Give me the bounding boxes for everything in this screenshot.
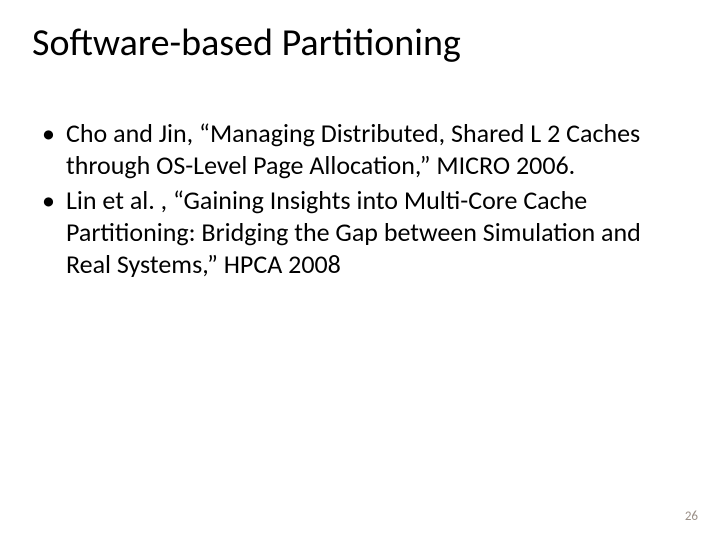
slide-title: Software-based Partitioning	[32, 20, 461, 66]
open-quote: “	[199, 117, 210, 149]
bullet-list: Cho and Jin, “Managing Distributed, Shar…	[40, 118, 680, 281]
citation-venue: MICRO 2006.	[430, 149, 575, 181]
slide-body: Cho and Jin, “Managing Distributed, Shar…	[40, 118, 680, 285]
citation-venue: HPCA 2008	[218, 248, 341, 280]
bullet-item: Lin et al. , “Gaining Insights into Mult…	[40, 185, 680, 280]
slide: Software-based Partitioning Cho and Jin,…	[0, 0, 720, 540]
citation-authors: Cho and Jin,	[66, 117, 199, 149]
open-quote: “	[173, 184, 183, 216]
close-quote: ”	[207, 248, 218, 280]
citation-authors: Lin et al. ,	[66, 184, 173, 216]
bullet-item: Cho and Jin, “Managing Distributed, Shar…	[40, 118, 680, 181]
page-number: 26	[685, 509, 698, 524]
close-quote: ”	[420, 149, 431, 181]
